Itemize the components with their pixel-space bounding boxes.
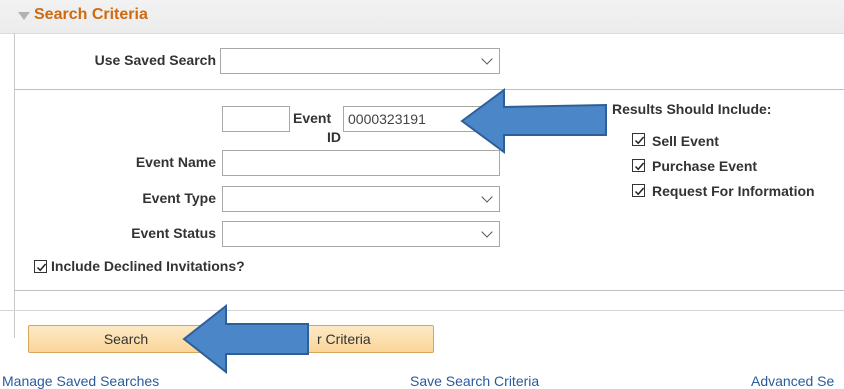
rfi-checkbox[interactable] (632, 184, 645, 197)
saved-search-select[interactable] (220, 48, 500, 74)
rfi-label: Request For Information (652, 183, 815, 199)
event-id-label-line1: Event (293, 110, 332, 126)
chevron-down-icon (481, 226, 493, 238)
divider (14, 290, 844, 291)
purchase-event-label: Purchase Event (652, 158, 758, 174)
divider (14, 89, 844, 90)
results-heading: Results Should Include: (612, 101, 772, 117)
divider (0, 310, 844, 311)
saved-search-label: Use Saved Search (94, 52, 216, 68)
advanced-search-link[interactable]: Advanced Se (751, 373, 834, 389)
include-declined-label: Include Declined Invitations? (51, 258, 245, 274)
event-id-label-line2: ID (327, 129, 341, 145)
collapse-triangle-icon[interactable] (18, 12, 30, 20)
search-criteria-header[interactable]: Search Criteria (0, 0, 844, 34)
section-title: Search Criteria (34, 6, 148, 23)
annotation-arrow-icon (460, 88, 607, 154)
save-search-criteria-link[interactable]: Save Search Criteria (410, 373, 539, 389)
chevron-down-icon (481, 53, 493, 65)
chevron-down-icon (481, 191, 493, 203)
event-name-label: Event Name (135, 154, 216, 170)
sell-event-label: Sell Event (652, 133, 719, 149)
sell-event-checkbox[interactable] (632, 133, 645, 146)
include-declined-checkbox[interactable] (34, 260, 47, 273)
checkmark-icon (634, 136, 645, 145)
event-status-label: Event Status (131, 225, 216, 241)
checkmark-icon (634, 162, 645, 171)
event-type-label: Event Type (142, 190, 216, 206)
event-status-select[interactable] (222, 221, 500, 247)
event-id-prefix-input[interactable] (222, 106, 290, 132)
checkmark-icon (634, 187, 645, 196)
event-name-input[interactable] (222, 150, 500, 176)
checkmark-icon (36, 263, 47, 272)
event-type-select[interactable] (222, 186, 500, 212)
manage-saved-searches-link[interactable]: Manage Saved Searches (2, 373, 159, 389)
purchase-event-checkbox[interactable] (632, 159, 645, 172)
annotation-arrow-icon (182, 304, 309, 374)
